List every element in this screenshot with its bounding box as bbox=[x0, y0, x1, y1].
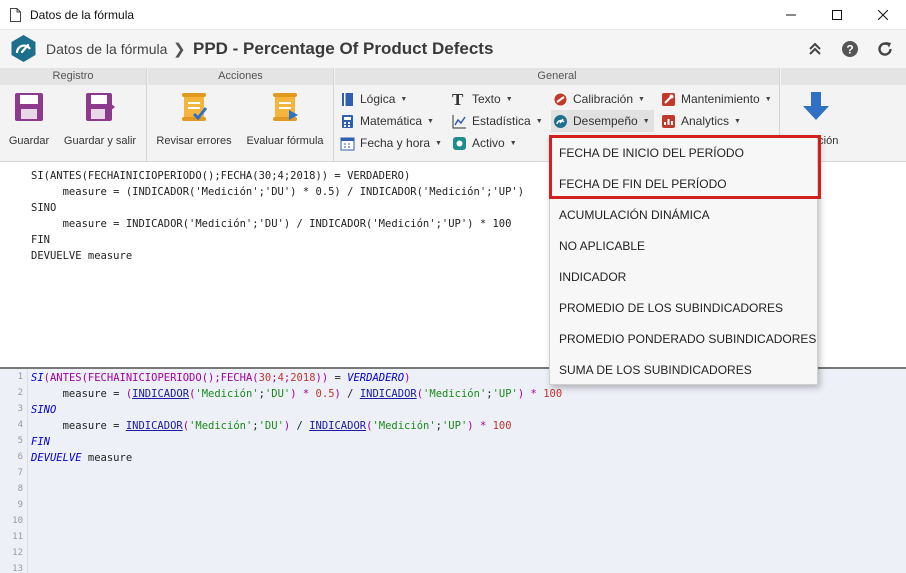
save-label: Guardar bbox=[8, 135, 50, 147]
menu-mantenimiento[interactable]: Mantenimiento ▼ bbox=[661, 90, 772, 108]
menu-calibracion[interactable]: Calibración ▼ bbox=[553, 90, 645, 108]
group-extra-header bbox=[781, 68, 906, 85]
caret-down-icon: ▼ bbox=[535, 117, 543, 125]
menu-desempeno-label: Desempeño bbox=[573, 114, 638, 128]
highlighted-formula: SI(ANTES(FECHAINICIOPERIODO();FECHA(30;4… bbox=[31, 372, 563, 464]
evaluate-formula-label: Evaluar fórmula bbox=[246, 135, 324, 147]
save-and-exit-button[interactable]: Guardar y salir bbox=[62, 90, 138, 147]
formula-text: SI(ANTES(FECHAINICIOPERIODO();FECHA(30;4… bbox=[31, 170, 525, 262]
menu-texto[interactable]: T Texto ▼ bbox=[452, 90, 513, 108]
maximize-icon bbox=[832, 10, 842, 20]
menu-logica-label: Lógica bbox=[360, 92, 396, 106]
help-icon[interactable]: ? bbox=[841, 40, 859, 58]
menu-desempeno[interactable]: Desempeño ▼ bbox=[551, 110, 654, 132]
maximize-button[interactable] bbox=[814, 0, 860, 30]
caret-down-icon: ▼ bbox=[509, 139, 517, 147]
floppy-disk-icon bbox=[15, 93, 43, 121]
group-registro-header: Registro bbox=[0, 68, 146, 85]
page-title: PPD - Percentage Of Product Defects bbox=[193, 39, 494, 58]
formula-preview-editor: 1 2 3 4 5 6 7 8 9 10 11 12 13 SI(ANTES(FECHAINICIOPE… bbox=[0, 369, 906, 573]
scroll-play-icon bbox=[273, 93, 298, 121]
save-and-exit-label: Guardar y salir bbox=[63, 135, 137, 147]
floppy-disk-exit-icon bbox=[86, 93, 116, 121]
menu-calibracion-label: Calibración bbox=[573, 92, 634, 106]
refresh-icon[interactable] bbox=[876, 40, 894, 58]
asset-icon bbox=[453, 136, 466, 150]
minimize-button[interactable] bbox=[768, 0, 814, 30]
menu-activo[interactable]: Activo ▼ bbox=[452, 134, 517, 152]
dropdown-item-promedio-ponderado[interactable]: PROMEDIO PONDERADO SUBINDICADORES bbox=[559, 332, 816, 346]
menu-activo-label: Activo bbox=[472, 136, 505, 150]
analytics-icon bbox=[662, 114, 675, 128]
menu-matematica-label: Matemática bbox=[360, 114, 423, 128]
caret-down-icon: ▼ bbox=[734, 117, 741, 125]
minimize-icon bbox=[786, 14, 796, 16]
breadcrumb[interactable]: Datos de la fórmula bbox=[46, 41, 167, 57]
document-icon bbox=[10, 8, 21, 22]
wrench-icon bbox=[662, 92, 675, 106]
menu-logica[interactable]: Lógica ▼ bbox=[340, 90, 407, 108]
window-title: Datos de la fórmula bbox=[30, 8, 135, 22]
group-divider bbox=[146, 68, 147, 162]
line-number-gutter: 1 2 3 4 5 6 7 8 9 10 11 12 13 bbox=[0, 369, 28, 573]
dropdown-item-promedio-subindicadores[interactable]: PROMEDIO DE LOS SUBINDICADORES bbox=[559, 301, 783, 315]
caret-down-icon: ▼ bbox=[764, 95, 772, 103]
group-divider bbox=[333, 68, 334, 162]
menu-analytics[interactable]: Analytics ▼ bbox=[661, 112, 741, 130]
menu-fecha-hora-label: Fecha y hora bbox=[360, 136, 431, 150]
menu-mantenimiento-label: Mantenimiento bbox=[681, 92, 760, 106]
calibration-icon bbox=[554, 93, 567, 105]
caret-down-icon: ▼ bbox=[638, 95, 645, 103]
book-icon bbox=[342, 92, 353, 106]
dropdown-item-acumulacion-dinamica[interactable]: ACUMULACIÓN DINÁMICA bbox=[559, 208, 710, 222]
menu-matematica[interactable]: Matemática ▼ bbox=[340, 112, 434, 130]
calculator-icon bbox=[342, 114, 353, 128]
menu-estadistica[interactable]: Estadística ▼ bbox=[452, 112, 543, 130]
calendar-icon bbox=[340, 137, 355, 150]
evaluate-formula-button[interactable]: Evaluar fórmula bbox=[244, 90, 326, 147]
caret-down-icon: ▼ bbox=[427, 117, 434, 125]
dropdown-item-indicador[interactable]: INDICADOR bbox=[559, 270, 626, 284]
breadcrumb-separator-icon: ❯ bbox=[173, 41, 186, 58]
review-errors-button[interactable]: Revisar errores bbox=[154, 90, 234, 147]
save-button[interactable]: Guardar bbox=[6, 90, 52, 147]
menu-estadistica-label: Estadística bbox=[472, 114, 531, 128]
dropdown-item-suma-subindicadores[interactable]: SUMA DE LOS SUBINDICADORES bbox=[559, 363, 752, 377]
caret-down-icon: ▼ bbox=[400, 95, 408, 103]
caret-down-icon: ▼ bbox=[642, 117, 650, 125]
app-logo bbox=[11, 35, 36, 62]
menu-texto-label: Texto bbox=[472, 92, 501, 106]
scroll-check-icon bbox=[182, 93, 208, 121]
arrow-down-icon bbox=[803, 92, 829, 120]
menu-fecha-hora[interactable]: Fecha y hora ▼ bbox=[340, 134, 442, 152]
text-t-icon: T bbox=[452, 89, 464, 109]
caret-down-icon: ▼ bbox=[435, 139, 442, 147]
group-acciones-header: Acciones bbox=[148, 68, 333, 85]
review-errors-label: Revisar errores bbox=[156, 135, 232, 147]
red-highlight-annotation bbox=[549, 135, 821, 199]
close-icon bbox=[878, 10, 888, 20]
line-chart-icon bbox=[452, 114, 466, 128]
performance-icon bbox=[554, 114, 567, 128]
collapse-icon[interactable] bbox=[806, 40, 824, 58]
app-header: Datos de la fórmula ❯ PPD - Percentage O… bbox=[0, 30, 906, 68]
caret-down-icon: ▼ bbox=[505, 95, 513, 103]
menu-analytics-label: Analytics bbox=[681, 114, 730, 128]
window-titlebar: Datos de la fórmula bbox=[0, 0, 906, 30]
group-general-header: General bbox=[335, 68, 779, 85]
close-button[interactable] bbox=[860, 0, 906, 30]
svg-text:?: ? bbox=[846, 43, 853, 57]
dropdown-item-no-aplicable[interactable]: NO APLICABLE bbox=[559, 239, 645, 253]
